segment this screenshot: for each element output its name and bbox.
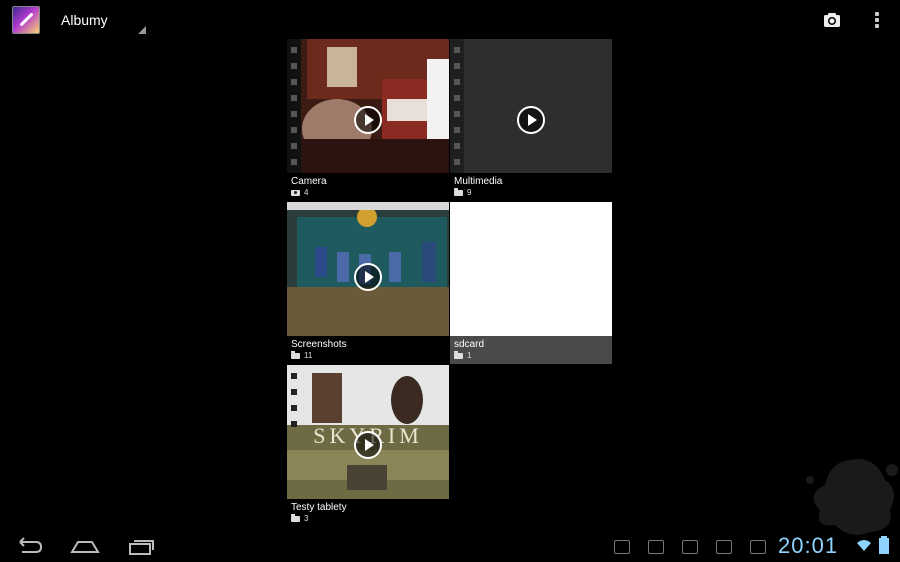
page-title[interactable]: Albumy xyxy=(61,12,108,28)
album-thumbnail xyxy=(450,39,612,173)
album-tile-screenshots[interactable]: Screenshots 11 xyxy=(287,202,449,364)
recent-apps-icon[interactable] xyxy=(128,536,156,556)
album-tile-camera[interactable]: Camera 4 xyxy=(287,39,449,201)
album-tile-sdcard[interactable]: sdcard 1 xyxy=(450,202,612,364)
camera-icon[interactable] xyxy=(823,12,841,28)
album-thumbnail xyxy=(287,202,449,336)
album-label: sdcard 1 xyxy=(450,336,612,364)
album-thumbnail: SKYRIM xyxy=(287,365,449,499)
play-icon xyxy=(354,431,382,459)
album-label: Camera 4 xyxy=(287,173,449,201)
album-count: 1 xyxy=(467,351,472,360)
album-tile-multimedia[interactable]: Multimedia 9 xyxy=(450,39,612,201)
gallery-icon[interactable] xyxy=(12,6,40,34)
album-count: 3 xyxy=(304,514,309,523)
album-count: 9 xyxy=(467,188,472,197)
album-label: Screenshots 11 xyxy=(287,336,449,364)
album-count: 11 xyxy=(304,351,313,360)
album-label: Testy tablety 3 xyxy=(287,499,449,527)
album-thumbnail xyxy=(450,202,612,336)
album-thumbnail xyxy=(287,39,449,173)
album-count: 4 xyxy=(304,188,309,197)
back-icon[interactable] xyxy=(14,536,44,556)
gallery-notification-icon xyxy=(614,540,630,554)
folder-icon xyxy=(291,513,300,522)
camera-icon xyxy=(291,189,300,196)
wifi-icon xyxy=(857,540,871,551)
album-name: sdcard xyxy=(454,339,485,350)
folder-icon xyxy=(454,187,463,196)
play-icon xyxy=(354,106,382,134)
folder-icon xyxy=(454,350,463,359)
action-bar: Albumy xyxy=(0,0,900,40)
overflow-menu-icon[interactable] xyxy=(872,11,882,29)
play-icon xyxy=(517,106,545,134)
album-grid: Camera 4 Multimedia 9 Screenshots 11 sdc… xyxy=(287,39,613,529)
folder-icon xyxy=(291,350,300,359)
play-icon xyxy=(354,263,382,291)
album-name: Testy tablety xyxy=(291,502,347,513)
album-label: Multimedia 9 xyxy=(450,173,612,201)
album-name: Multimedia xyxy=(454,176,503,187)
video-notification-icon xyxy=(682,540,698,554)
video-notification-icon xyxy=(750,540,766,554)
album-tile-testy-tablety[interactable]: SKYRIM Testy tablety 3 xyxy=(287,365,449,527)
google-plus-notification-icon xyxy=(648,540,664,554)
album-name: Camera xyxy=(291,176,327,187)
video-notification-icon xyxy=(716,540,732,554)
watermark-splash-icon xyxy=(806,459,898,535)
home-icon[interactable] xyxy=(70,536,100,556)
dropdown-indicator-icon[interactable] xyxy=(138,26,146,34)
album-name: Screenshots xyxy=(291,339,347,350)
